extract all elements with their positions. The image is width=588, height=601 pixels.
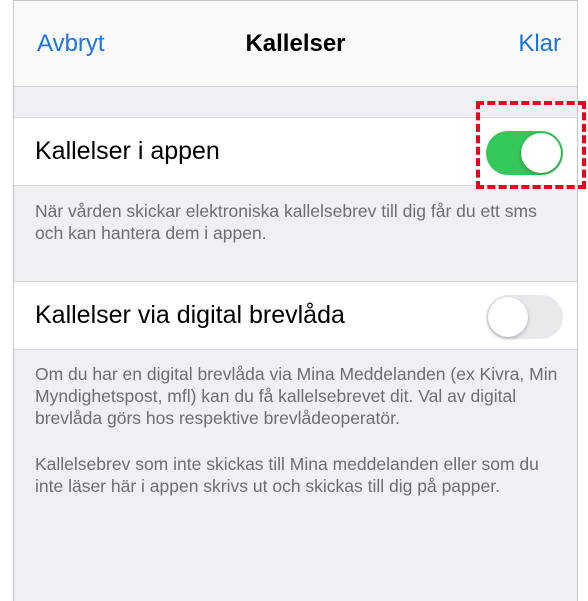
setting-row-kallelser-i-appen[interactable]: Kallelser i appen bbox=[14, 117, 577, 186]
done-button[interactable]: Klar bbox=[518, 30, 561, 58]
kallelser-i-appen-toggle[interactable] bbox=[486, 131, 563, 175]
page-title: Kallelser bbox=[245, 30, 346, 57]
toggle-knob bbox=[521, 133, 561, 173]
settings-screen: Avbryt Kallelser Klar Kallelser i appen … bbox=[13, 0, 578, 601]
setting-footer-kallelser-i-appen: När vården skickar elektroniska kallelse… bbox=[35, 201, 537, 243]
footer-note: Kallelsebrev som inte skickas till Mina … bbox=[35, 454, 539, 496]
digital-brevlada-toggle[interactable] bbox=[486, 295, 563, 339]
navigation-bar: Avbryt Kallelser Klar bbox=[14, 1, 577, 87]
setting-footer-digital-brevlada: Om du har en digital brevlåda via Mina M… bbox=[35, 364, 558, 428]
setting-label-kallelser-i-appen: Kallelser i appen bbox=[35, 137, 220, 165]
toggle-knob bbox=[488, 297, 528, 337]
setting-label-digital-brevlada: Kallelser via digital brevlåda bbox=[35, 301, 345, 329]
setting-row-digital-brevlada[interactable]: Kallelser via digital brevlåda bbox=[14, 281, 577, 350]
